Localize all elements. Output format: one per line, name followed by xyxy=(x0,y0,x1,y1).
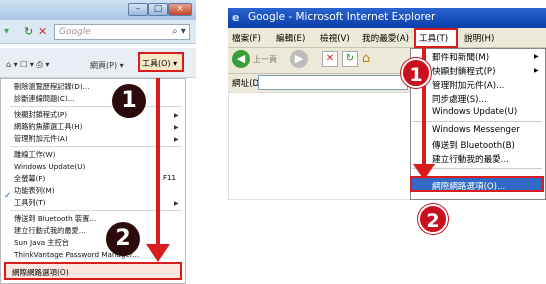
step-1-badge: 1 xyxy=(401,58,431,88)
left-ie7-window: – □ × ▾ ↻ ✕ Google ⌕ ▾ ⌂ ▾ ☐ ▾ ⎙ ▾ 網頁(P)… xyxy=(0,0,196,284)
pointer-arrow xyxy=(146,78,170,262)
step-2-badge: 2 xyxy=(418,204,448,234)
step-1-badge: 1 xyxy=(112,84,146,118)
step-2-badge: 2 xyxy=(106,222,140,256)
right-ie6-window: Google - Microsoft Internet Explorer e 檔… xyxy=(228,8,546,200)
pointer-arrow xyxy=(413,48,435,180)
